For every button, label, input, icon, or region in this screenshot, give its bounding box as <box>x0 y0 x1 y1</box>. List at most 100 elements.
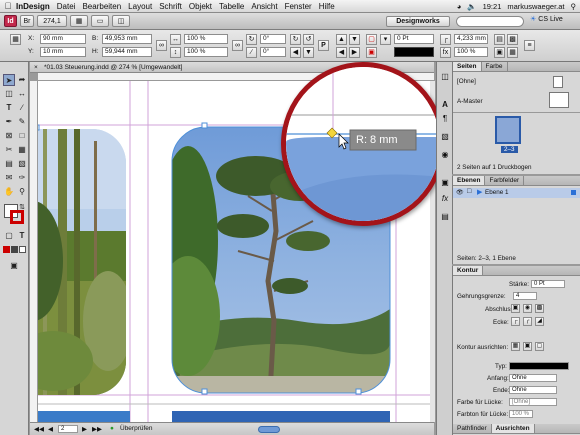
page-tool-icon[interactable]: ◫ <box>3 88 15 100</box>
color-dock-icon[interactable]: ◉ <box>440 150 450 160</box>
fill-swatch-icon[interactable]: ▢ <box>366 34 377 45</box>
stroke-dock-icon[interactable]: ▣ <box>440 178 450 188</box>
note-tool-icon[interactable]: ✉ <box>3 172 15 184</box>
menu-tabelle[interactable]: Tabelle <box>219 2 244 11</box>
scale-x-field[interactable]: 100 % <box>184 34 228 44</box>
scale-link-icon[interactable]: ∞ <box>232 40 243 51</box>
layer-visibility-icon[interactable]: 👁 <box>456 189 464 196</box>
fill-dropdown-icon[interactable]: ▾ <box>380 34 391 45</box>
projecting-cap-icon[interactable]: ▩ <box>535 304 544 313</box>
miter-join-icon[interactable]: ┌ <box>511 317 520 326</box>
layer-row[interactable]: 👁 □ ▶ Ebene 1 <box>453 188 580 198</box>
miter-limit-input[interactable]: 4 <box>513 292 537 300</box>
menu-layout[interactable]: Layout <box>128 2 152 11</box>
menu-objekt[interactable]: Objekt <box>189 2 212 11</box>
flip-horizontal-icon[interactable]: ◀ <box>290 47 301 58</box>
tab-stroke[interactable]: Kontur <box>453 266 484 275</box>
shear-field[interactable]: 0° <box>260 47 286 57</box>
stroke-weight-input[interactable]: 0 Pt <box>531 280 565 288</box>
preflight-label[interactable]: Überprüfen <box>120 425 153 432</box>
layer-name[interactable]: Ebene 1 <box>485 189 508 196</box>
end-dropdown[interactable]: Ohne <box>509 386 557 394</box>
close-document-icon[interactable]: × <box>34 62 38 73</box>
tab-color[interactable]: Farbe <box>482 62 508 71</box>
gap-tint-input[interactable]: 100 % <box>509 410 533 418</box>
select-previous-icon[interactable]: ◀ <box>336 47 347 58</box>
view-mode-icon[interactable]: ▣ <box>8 260 20 272</box>
a-master-thumb[interactable] <box>549 92 569 108</box>
pen-tool-icon[interactable]: ✒ <box>3 116 15 128</box>
menu-bearbeiten[interactable]: Bearbeiten <box>82 2 121 11</box>
fit-frame-icon[interactable]: ▦ <box>507 47 518 58</box>
align-dock-icon[interactable]: ▤ <box>440 212 450 222</box>
pencil-tool-icon[interactable]: ✎ <box>16 116 28 128</box>
gap-color-dropdown[interactable]: [Ohne] <box>509 398 557 406</box>
align-outside-icon[interactable]: ▢ <box>535 342 544 351</box>
panel-menu-icon[interactable]: ≡ <box>524 40 535 51</box>
selection-tool-icon[interactable]: ➤ <box>3 74 15 86</box>
menu-schrift[interactable]: Schrift <box>159 2 182 11</box>
menu-user[interactable]: markuswaeger.at <box>507 2 564 11</box>
stroke-type-select[interactable] <box>394 47 434 57</box>
butt-cap-icon[interactable]: ▣ <box>511 304 520 313</box>
menu-ansicht[interactable]: Ansicht <box>251 2 277 11</box>
align-center-icon[interactable]: ▦ <box>511 342 520 351</box>
gap-tool-icon[interactable]: ↔ <box>16 88 28 100</box>
vertical-ruler[interactable] <box>30 81 38 422</box>
character-dock-icon[interactable]: A <box>440 100 450 110</box>
apply-color-icon[interactable] <box>3 246 10 253</box>
type-tool-icon[interactable]: T <box>3 102 15 114</box>
apple-icon[interactable]:  <box>0 1 16 11</box>
fitting-icon[interactable]: ▣ <box>494 47 505 58</box>
gradient-tool-icon[interactable]: ▤ <box>3 158 15 170</box>
stroke-weight-field[interactable]: 0 Pt <box>394 34 434 44</box>
hand-tool-icon[interactable]: ✋ <box>3 186 15 198</box>
effects-icon[interactable]: fx <box>440 47 451 58</box>
zoom-field[interactable]: 274,1 <box>37 15 67 27</box>
rotate-ccw-icon[interactable]: ↺ <box>303 34 314 45</box>
formatting-text-icon[interactable]: T <box>16 230 28 242</box>
bottom-image-left[interactable] <box>38 411 130 422</box>
arrange-documents-icon[interactable]: ◫ <box>112 15 130 27</box>
bevel-join-icon[interactable]: ◢ <box>535 317 544 326</box>
apply-gradient-icon[interactable] <box>11 246 18 253</box>
tab-pages[interactable]: Seiten <box>453 62 482 71</box>
page-number-field[interactable]: 2 <box>58 425 78 433</box>
formatting-container-icon[interactable]: ▢ <box>3 230 15 242</box>
links-dock-icon[interactable]: ▧ <box>440 132 450 142</box>
none-master-thumb[interactable] <box>553 76 563 88</box>
rectangle-frame-tool-icon[interactable]: ⊠ <box>3 130 15 142</box>
layer-selection-indicator[interactable] <box>571 190 576 195</box>
stroke-swatch-icon[interactable]: ▣ <box>366 47 377 58</box>
round-cap-icon[interactable]: ◉ <box>523 304 532 313</box>
reference-point-icon[interactable]: ▦ <box>10 34 21 45</box>
layer-lock-icon[interactable]: □ <box>467 188 471 195</box>
rotation-field[interactable]: 0° <box>260 34 286 44</box>
x-position-field[interactable]: 90 mm <box>40 34 86 44</box>
width-field[interactable]: 49,953 mm <box>102 34 152 44</box>
pages-dock-icon[interactable]: ◫ <box>440 72 450 82</box>
spotlight-icon[interactable]: ⚲ <box>571 2 577 11</box>
left-image-frame[interactable] <box>38 129 133 395</box>
first-page-icon[interactable]: ◀◀ <box>34 425 44 433</box>
last-page-icon[interactable]: ▶▶ <box>92 425 102 433</box>
height-field[interactable]: 59,944 mm <box>102 47 152 57</box>
tab-layers[interactable]: Ebenen <box>453 176 486 185</box>
opacity-field[interactable]: 100 % <box>454 47 488 57</box>
spread-thumbnail[interactable] <box>495 116 521 144</box>
rectangle-tool-icon[interactable]: □ <box>16 130 28 142</box>
menu-clock[interactable]: 19:21 <box>483 2 502 11</box>
wifi-icon[interactable]: ◕ <box>457 2 462 11</box>
workspace-switcher[interactable]: Designworks <box>386 16 450 27</box>
wrap-around-icon[interactable]: ▩ <box>507 34 518 45</box>
menu-app-name[interactable]: InDesign <box>16 2 50 11</box>
y-position-field[interactable]: 10 mm <box>40 47 86 57</box>
flip-vertical-icon[interactable]: ▼ <box>303 47 314 58</box>
apply-none-icon[interactable] <box>19 246 26 253</box>
layer-expand-icon[interactable]: ▶ <box>477 188 482 196</box>
select-content-icon[interactable]: ▼ <box>349 34 360 45</box>
effects-dock-icon[interactable]: fx <box>440 194 450 204</box>
scissors-tool-icon[interactable]: ✂ <box>3 144 15 156</box>
bottom-image-right[interactable] <box>172 411 390 422</box>
next-page-icon[interactable]: ▶ <box>82 425 87 433</box>
